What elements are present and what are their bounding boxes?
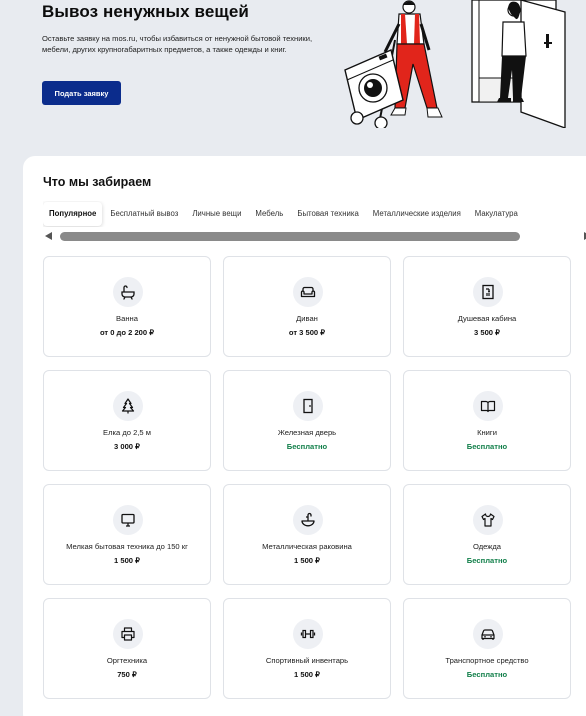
tab-popular[interactable]: Популярное xyxy=(43,202,103,226)
tab-personal-items[interactable]: Личные вещи xyxy=(186,202,247,226)
category-tabs: Популярное Бесплатный вывоз Личные вещи … xyxy=(43,201,586,227)
tab-furniture[interactable]: Мебель xyxy=(249,202,289,226)
item-name: Транспортное средство xyxy=(445,656,529,665)
item-name: Книги xyxy=(477,428,497,437)
scrollbar-thumb[interactable] xyxy=(60,232,520,241)
item-card-vehicle[interactable]: Транспортное средство Бесплатно xyxy=(403,598,571,699)
item-price: Бесплатно xyxy=(466,670,508,679)
tab-appliances[interactable]: Бытовая техника xyxy=(291,202,364,226)
item-card-shower-cabin[interactable]: Душевая кабина 3 500 ₽ xyxy=(403,256,571,357)
item-card-sports-equipment[interactable]: Спортивный инвентарь 1 500 ₽ xyxy=(223,598,391,699)
dumbbell-icon xyxy=(293,619,323,649)
page-title: Вывоз ненужных вещей xyxy=(42,2,249,21)
tshirt-icon xyxy=(473,505,503,535)
tab-metal-items[interactable]: Металлические изделия xyxy=(367,202,467,226)
section-title: Что мы забираем xyxy=(43,175,152,189)
item-card-metal-sink[interactable]: Металлическая раковина 1 500 ₽ xyxy=(223,484,391,585)
item-name: Диван xyxy=(296,314,318,323)
tab-waste-paper[interactable]: Макулатура xyxy=(469,202,524,226)
item-price: Бесплатно xyxy=(466,442,508,451)
item-name: Мелкая бытовая техника до 150 кг xyxy=(66,542,188,551)
item-name: Оргтехника xyxy=(106,656,148,665)
item-card-fir-tree[interactable]: Елка до 2,5 м 3 000 ₽ xyxy=(43,370,211,471)
item-price: Бесплатно xyxy=(286,442,328,451)
sofa-icon xyxy=(293,277,323,307)
item-name: Душевая кабина xyxy=(457,314,517,323)
bathtub-icon xyxy=(113,277,143,307)
item-price: 1 500 ₽ xyxy=(114,556,140,565)
door-icon xyxy=(293,391,323,421)
item-name: Железная дверь xyxy=(277,428,337,437)
item-price: 3 000 ₽ xyxy=(114,442,140,451)
item-card-books[interactable]: Книги Бесплатно xyxy=(403,370,571,471)
item-card-iron-door[interactable]: Железная дверь Бесплатно xyxy=(223,370,391,471)
hero-section: Вывоз ненужных вещей Оставьте заявку на … xyxy=(0,0,586,160)
item-card-clothes[interactable]: Одежда Бесплатно xyxy=(403,484,571,585)
book-icon xyxy=(473,391,503,421)
hero-illustration xyxy=(344,0,566,128)
item-name: Спортивный инвентарь xyxy=(265,656,349,665)
tab-free-removal[interactable]: Бесплатный вывоз xyxy=(104,202,184,226)
tabs-scrollbar[interactable] xyxy=(45,230,586,244)
hero-description: Оставьте заявку на mos.ru, чтобы избавит… xyxy=(42,34,313,54)
item-price: от 3 500 ₽ xyxy=(288,328,326,337)
items-card: Что мы забираем Популярное Бесплатный вы… xyxy=(23,156,586,716)
item-price: 1 500 ₽ xyxy=(294,670,320,679)
item-card-office-equipment[interactable]: Оргтехника 750 ₽ xyxy=(43,598,211,699)
item-price: Бесплатно xyxy=(466,556,508,565)
item-card-sofa[interactable]: Диван от 3 500 ₽ xyxy=(223,256,391,357)
item-price: от 0 до 2 200 ₽ xyxy=(99,328,155,337)
item-name: Елка до 2,5 м xyxy=(103,428,151,437)
item-price: 3 500 ₽ xyxy=(474,328,500,337)
item-card-bathtub[interactable]: Ванна от 0 до 2 200 ₽ xyxy=(43,256,211,357)
monitor-icon xyxy=(113,505,143,535)
item-card-small-appliances[interactable]: Мелкая бытовая техника до 150 кг 1 500 ₽ xyxy=(43,484,211,585)
printer-icon xyxy=(113,619,143,649)
car-icon xyxy=(473,619,503,649)
item-name: Металлическая раковина xyxy=(262,542,352,551)
shower-cabin-icon xyxy=(473,277,503,307)
item-name: Одежда xyxy=(472,542,502,551)
sink-icon xyxy=(293,505,323,535)
scroll-left-icon[interactable] xyxy=(45,232,52,240)
item-name: Ванна xyxy=(116,314,138,323)
item-price: 1 500 ₽ xyxy=(294,556,320,565)
fir-tree-icon xyxy=(113,391,143,421)
item-price: 750 ₽ xyxy=(117,670,137,679)
submit-request-button[interactable]: Подать заявку xyxy=(42,81,121,105)
